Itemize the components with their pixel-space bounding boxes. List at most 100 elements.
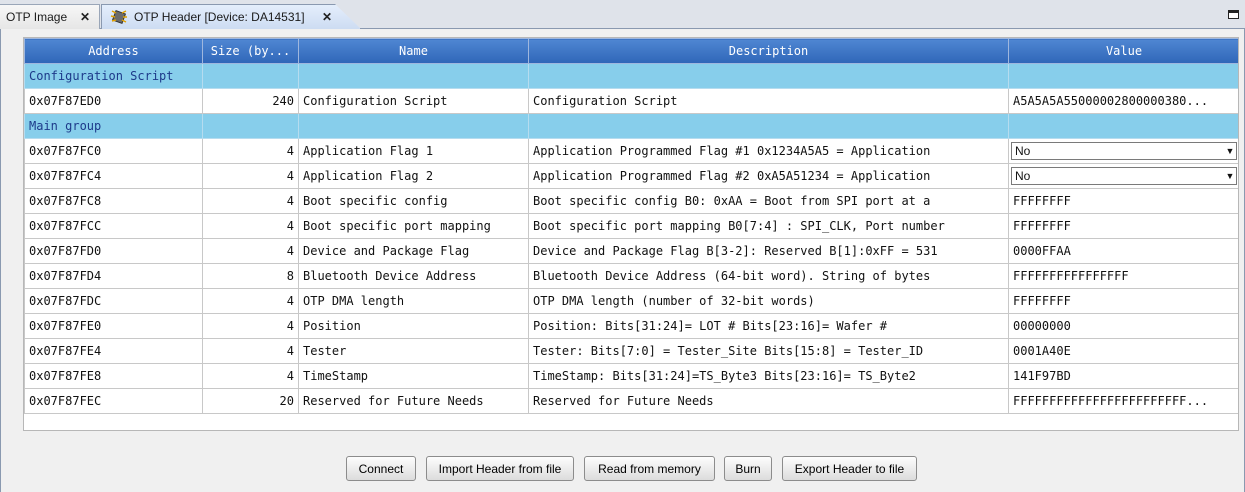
- address-cell: 0x07F87FDC: [24, 288, 203, 314]
- table-row[interactable]: 0x07F87FE0 4 Position Position: Bits[31:24]…: [24, 313, 1238, 339]
- table-row[interactable]: 0x07F87FC4 4 Application Flag 2 Application…: [24, 163, 1238, 189]
- connect-button[interactable]: Connect: [346, 456, 416, 481]
- column-header-value[interactable]: Value: [1008, 38, 1238, 64]
- value-dropdown[interactable]: No ▼: [1011, 167, 1237, 185]
- table-row[interactable]: 0x07F87FD4 8 Bluetooth Device Address Bluet…: [24, 263, 1238, 289]
- table-row[interactable]: 0x07F87FC8 4 Boot specific config Boot spec…: [24, 188, 1238, 214]
- address-cell: 0x07F87ED0: [24, 88, 203, 114]
- table-header-row: Address Size (by... Name Description Val…: [24, 38, 1238, 64]
- value-cell[interactable]: 141F97BD: [1008, 363, 1238, 389]
- table-row[interactable]: 0x07F87FCC 4 Boot specific port mapping Boo…: [24, 213, 1238, 239]
- value-cell[interactable]: A5A5A5A55000002800000380...: [1008, 88, 1238, 114]
- close-icon[interactable]: ✕: [80, 11, 90, 23]
- address-cell: 0x07F87FD0: [24, 238, 203, 264]
- column-header-description[interactable]: Description: [528, 38, 1009, 64]
- name-cell: OTP DMA length: [298, 288, 529, 314]
- close-icon[interactable]: ✕: [322, 11, 332, 23]
- group-row[interactable]: Configuration Script: [24, 63, 1238, 89]
- otp-header-table: Address Size (by... Name Description Val…: [23, 37, 1239, 431]
- size-cell: 4: [202, 238, 299, 264]
- table-row[interactable]: 0x07F87FEC 20 Reserved for Future Needs Res…: [24, 388, 1238, 414]
- size-cell: 4: [202, 288, 299, 314]
- table-row[interactable]: 0x07F87FC0 4 Application Flag 1 Application…: [24, 138, 1238, 164]
- tab-otp-image[interactable]: OTP Image ✕: [0, 4, 100, 29]
- description-cell: Reserved for Future Needs: [528, 388, 1009, 414]
- name-cell: Boot specific config: [298, 188, 529, 214]
- button-row: Connect Import Header from file Read fro…: [1, 456, 1245, 481]
- address-cell: 0x07F87FD4: [24, 263, 203, 289]
- group-label: Main group: [24, 113, 203, 139]
- group-cell: [298, 113, 529, 139]
- value-cell[interactable]: FFFFFFFFFFFFFFFF: [1008, 263, 1238, 289]
- table-row[interactable]: 0x07F87FD0 4 Device and Package Flag Device…: [24, 238, 1238, 264]
- table-row[interactable]: 0x07F87FDC 4 OTP DMA length OTP DMA length …: [24, 288, 1238, 314]
- description-cell: TimeStamp: Bits[31:24]=TS_Byte3 Bits[23:…: [528, 363, 1009, 389]
- group-cell: [298, 63, 529, 89]
- table-row[interactable]: 0x07F87FE4 4 Tester Tester: Bits[7:0] = Tes…: [24, 338, 1238, 364]
- name-cell: Application Flag 2: [298, 163, 529, 189]
- group-row[interactable]: Main group: [24, 113, 1238, 139]
- dropdown-selected-value: No: [1015, 169, 1031, 183]
- description-cell: Configuration Script: [528, 88, 1009, 114]
- read-from-memory-button[interactable]: Read from memory: [584, 456, 715, 481]
- table-row[interactable]: 0x07F87FE8 4 TimeStamp TimeStamp: Bits[31:2…: [24, 363, 1238, 389]
- description-cell: Boot specific port mapping B0[7:4] : SPI…: [528, 213, 1009, 239]
- address-cell: 0x07F87FC8: [24, 188, 203, 214]
- table-row[interactable]: 0x07F87ED0 240 Configuration Script Configu…: [24, 88, 1238, 114]
- description-cell: Boot specific config B0: 0xAA = Boot fro…: [528, 188, 1009, 214]
- address-cell: 0x07F87FEC: [24, 388, 203, 414]
- group-cell: [528, 63, 1009, 89]
- size-cell: 4: [202, 363, 299, 389]
- column-header-size[interactable]: Size (by...: [202, 38, 299, 64]
- content-area: Address Size (by... Name Description Val…: [0, 29, 1245, 492]
- name-cell: Device and Package Flag: [298, 238, 529, 264]
- dropdown-selected-value: No: [1015, 144, 1031, 158]
- column-header-address[interactable]: Address: [24, 38, 203, 64]
- table-body: Configuration Script 0x07F87ED0 240 Configu…: [24, 63, 1238, 414]
- description-cell: OTP DMA length (number of 32-bit words): [528, 288, 1009, 314]
- value-cell[interactable]: 00000000: [1008, 313, 1238, 339]
- export-header-button[interactable]: Export Header to file: [782, 456, 917, 481]
- burn-button[interactable]: Burn: [724, 456, 772, 481]
- address-cell: 0x07F87FE0: [24, 313, 203, 339]
- name-cell: Bluetooth Device Address: [298, 263, 529, 289]
- chevron-down-icon[interactable]: ▼: [1224, 146, 1236, 156]
- name-cell: Application Flag 1: [298, 138, 529, 164]
- column-header-name[interactable]: Name: [298, 38, 529, 64]
- description-cell: Device and Package Flag B[3-2]: Reserved…: [528, 238, 1009, 264]
- size-cell: 4: [202, 313, 299, 339]
- group-cell: [528, 113, 1009, 139]
- value-cell[interactable]: FFFFFFFF: [1008, 288, 1238, 314]
- chevron-down-icon[interactable]: ▼: [1224, 171, 1236, 181]
- address-cell: 0x07F87FC4: [24, 163, 203, 189]
- tab-label: OTP Header [Device: DA14531]: [134, 10, 305, 24]
- value-cell: No ▼: [1008, 138, 1238, 164]
- description-cell: Position: Bits[31:24]= LOT # Bits[23:16]…: [528, 313, 1009, 339]
- chip-icon: [110, 9, 127, 25]
- address-cell: 0x07F87FCC: [24, 213, 203, 239]
- size-cell: 4: [202, 188, 299, 214]
- value-cell[interactable]: 0000FFAA: [1008, 238, 1238, 264]
- size-cell: 4: [202, 213, 299, 239]
- name-cell: TimeStamp: [298, 363, 529, 389]
- size-cell: 4: [202, 138, 299, 164]
- value-cell[interactable]: 0001A40E: [1008, 338, 1238, 364]
- group-cell: [1008, 63, 1238, 89]
- size-cell: 8: [202, 263, 299, 289]
- description-cell: Application Programmed Flag #2 0xA5A5123…: [528, 163, 1009, 189]
- description-cell: Tester: Bits[7:0] = Tester_Site Bits[15:…: [528, 338, 1009, 364]
- size-cell: 20: [202, 388, 299, 414]
- maximize-icon[interactable]: [1228, 10, 1239, 19]
- description-cell: Bluetooth Device Address (64-bit word). …: [528, 263, 1009, 289]
- value-dropdown[interactable]: No ▼: [1011, 142, 1237, 160]
- name-cell: Position: [298, 313, 529, 339]
- name-cell: Reserved for Future Needs: [298, 388, 529, 414]
- name-cell: Boot specific port mapping: [298, 213, 529, 239]
- import-header-button[interactable]: Import Header from file: [426, 456, 574, 481]
- value-cell[interactable]: FFFFFFFF: [1008, 213, 1238, 239]
- value-cell[interactable]: FFFFFFFF: [1008, 188, 1238, 214]
- value-cell[interactable]: FFFFFFFFFFFFFFFFFFFFFFFF...: [1008, 388, 1238, 414]
- value-cell: No ▼: [1008, 163, 1238, 189]
- address-cell: 0x07F87FC0: [24, 138, 203, 164]
- tab-otp-header[interactable]: OTP Header [Device: DA14531] ✕: [101, 4, 361, 29]
